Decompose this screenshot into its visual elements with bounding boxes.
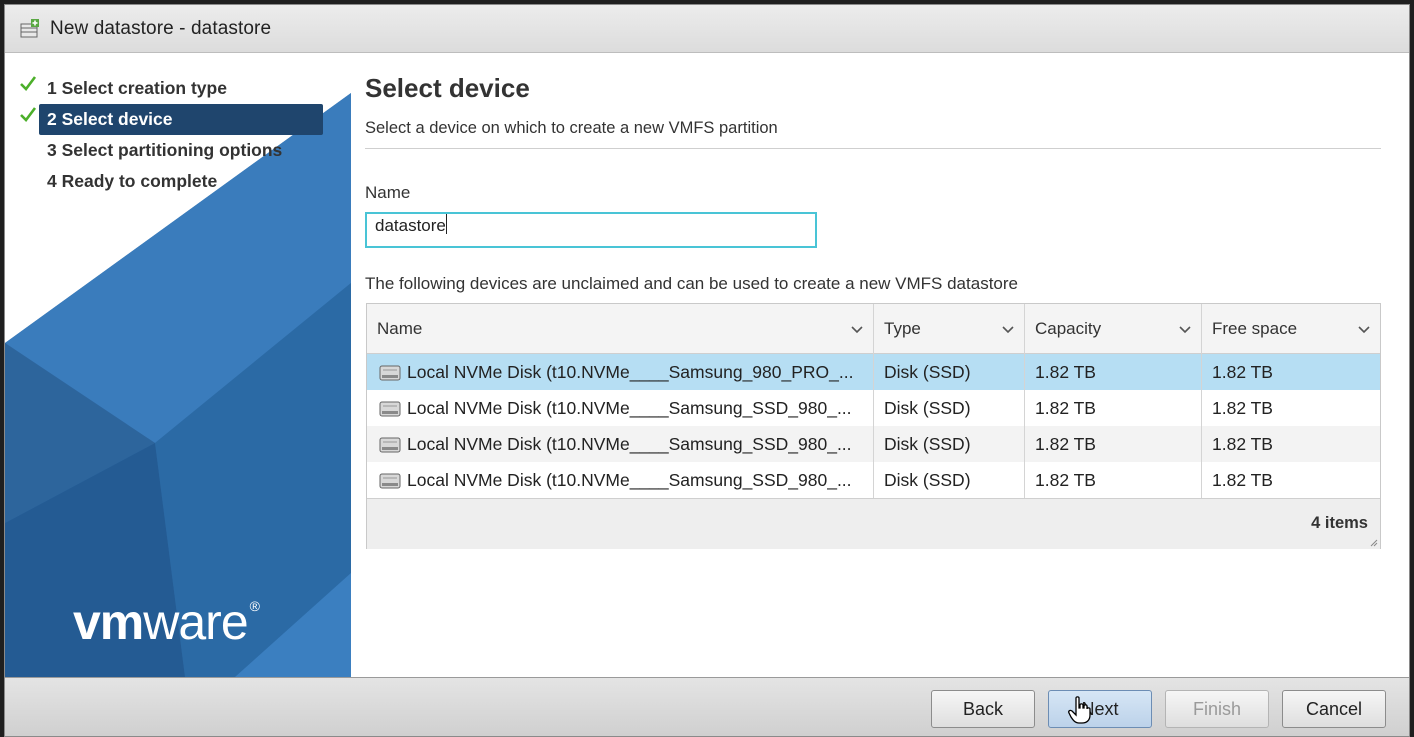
- cancel-button[interactable]: Cancel: [1282, 690, 1386, 728]
- name-input[interactable]: datastore: [365, 212, 817, 248]
- column-header-label: Capacity: [1035, 319, 1102, 338]
- column-header-capacity[interactable]: Capacity: [1025, 304, 1202, 354]
- dialog-titlebar: New datastore - datastore: [5, 5, 1409, 53]
- step-select-device[interactable]: 2 Select device: [5, 104, 351, 135]
- device-capacity: 1.82 TB: [1025, 390, 1202, 426]
- device-name: Local NVMe Disk (t10.NVMe____Samsung_SSD…: [407, 470, 852, 490]
- column-header-type[interactable]: Type: [874, 304, 1025, 354]
- chevron-down-icon[interactable]: [1179, 323, 1191, 335]
- text-caret: [445, 214, 447, 234]
- column-header-label: Free space: [1212, 319, 1298, 338]
- device-type: Disk (SSD): [874, 426, 1025, 462]
- device-free-space: 1.82 TB: [1212, 398, 1273, 418]
- column-header-name[interactable]: Name: [367, 304, 874, 354]
- step-label: 3 Select partitioning options: [47, 140, 283, 160]
- wizard-content: Select device Select a device on which t…: [351, 53, 1409, 677]
- table-row[interactable]: Local NVMe Disk (t10.NVMe____Samsung_SSD…: [367, 390, 1380, 426]
- device-capacity: 1.82 TB: [1025, 354, 1202, 390]
- step-select-creation-type[interactable]: 1 Select creation type: [5, 73, 351, 104]
- device-name-cell: Local NVMe Disk (t10.NVMe____Samsung_SSD…: [367, 426, 874, 462]
- table-row[interactable]: Local NVMe Disk (t10.NVMe____Samsung_980…: [367, 354, 1380, 390]
- device-name-cell: Local NVMe Disk (t10.NVMe____Samsung_SSD…: [367, 390, 874, 426]
- name-label: Name: [365, 183, 411, 202]
- hand-cursor-icon: [1068, 696, 1091, 724]
- step-label: 2 Select device: [39, 104, 323, 135]
- disk-icon: [379, 437, 401, 453]
- column-header-label: Name: [377, 319, 423, 338]
- device-name: Local NVMe Disk (t10.NVMe____Samsung_SSD…: [407, 434, 852, 454]
- next-button[interactable]: Next: [1048, 690, 1152, 728]
- devices-description: The following devices are unclaimed and …: [365, 274, 1018, 293]
- device-type: Disk (SSD): [874, 462, 1025, 498]
- table-row[interactable]: Local NVMe Disk (t10.NVMe____Samsung_SSD…: [367, 426, 1380, 462]
- device-capacity: 1.82 TB: [1025, 426, 1202, 462]
- finish-button[interactable]: Finish: [1165, 690, 1269, 728]
- device-free-space: 1.82 TB: [1212, 362, 1273, 382]
- dialog-title: New datastore - datastore: [50, 17, 272, 39]
- device-name: Local NVMe Disk (t10.NVMe____Samsung_980…: [407, 362, 854, 382]
- table-footer: 4 items: [367, 498, 1380, 549]
- vmware-logo: vmware ®: [73, 594, 260, 650]
- step-select-partitioning-options[interactable]: 3 Select partitioning options: [5, 135, 351, 166]
- device-table: Name Type Capacity Free space Local NVMe…: [366, 303, 1381, 549]
- chevron-down-icon[interactable]: [851, 323, 863, 335]
- resize-grip-icon[interactable]: [1368, 537, 1378, 547]
- checkmark-icon: [20, 107, 37, 122]
- checkmark-icon: [20, 76, 37, 91]
- page-subtitle: Select a device on which to create a new…: [365, 119, 778, 137]
- item-count: 4 items: [1311, 514, 1368, 532]
- disk-icon: [379, 473, 401, 489]
- disk-icon: [379, 401, 401, 417]
- device-type: Disk (SSD): [874, 390, 1025, 426]
- column-header-label: Type: [884, 319, 921, 338]
- wizard-steps: 1 Select creation type 2 Select device 3…: [5, 73, 351, 197]
- device-name: Local NVMe Disk (t10.NVMe____Samsung_SSD…: [407, 398, 852, 418]
- new-datastore-dialog: New datastore - datastore 1 Select creat…: [4, 4, 1410, 737]
- divider: [365, 148, 1381, 149]
- device-type: Disk (SSD): [874, 354, 1025, 390]
- table-header: Name Type Capacity Free space: [367, 304, 1380, 354]
- step-ready-to-complete[interactable]: 4 Ready to complete: [5, 166, 351, 197]
- step-label: 1 Select creation type: [47, 78, 227, 98]
- chevron-down-icon[interactable]: [1358, 323, 1370, 335]
- device-name-cell: Local NVMe Disk (t10.NVMe____Samsung_SSD…: [367, 462, 874, 498]
- device-free-space: 1.82 TB: [1212, 470, 1273, 490]
- wizard-sidebar: 1 Select creation type 2 Select device 3…: [5, 53, 351, 677]
- table-row[interactable]: Local NVMe Disk (t10.NVMe____Samsung_SSD…: [367, 462, 1380, 498]
- device-capacity: 1.82 TB: [1025, 462, 1202, 498]
- back-button[interactable]: Back: [931, 690, 1035, 728]
- column-header-free-space[interactable]: Free space: [1202, 304, 1380, 354]
- device-free-space: 1.82 TB: [1212, 434, 1273, 454]
- chevron-down-icon[interactable]: [1002, 323, 1014, 335]
- dialog-footer: Back Next Finish Cancel: [5, 677, 1409, 736]
- name-input-value: datastore: [375, 216, 446, 235]
- datastore-add-icon: [19, 18, 41, 39]
- disk-icon: [379, 365, 401, 381]
- device-name-cell: Local NVMe Disk (t10.NVMe____Samsung_980…: [367, 354, 874, 390]
- page-title: Select device: [365, 73, 530, 103]
- step-label: 4 Ready to complete: [47, 171, 218, 191]
